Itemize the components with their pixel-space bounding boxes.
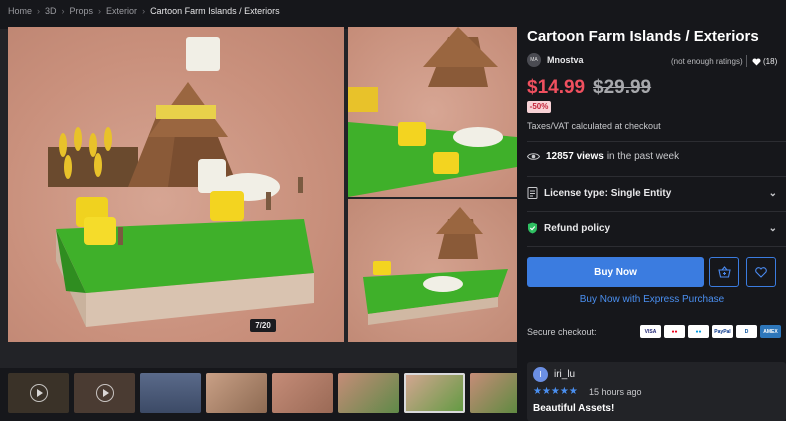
payment-card-icon: D bbox=[736, 325, 757, 338]
review-title: Beautiful Assets! bbox=[533, 403, 615, 414]
payment-card-icon: ●● bbox=[664, 325, 685, 338]
play-icon bbox=[95, 384, 114, 402]
farm-island-render bbox=[48, 37, 314, 327]
refund-label: Refund policy bbox=[544, 222, 611, 234]
breadcrumb-separator: › bbox=[98, 6, 102, 16]
divider bbox=[527, 246, 786, 247]
eye-icon bbox=[527, 153, 540, 160]
seller-avatar: MA bbox=[527, 53, 541, 67]
heart-icon bbox=[752, 57, 761, 65]
preview-image-bottom[interactable] bbox=[348, 199, 517, 342]
payment-card-icon: ●● bbox=[688, 325, 709, 338]
ratings-text: (not enough ratings) bbox=[671, 57, 743, 66]
license-selector[interactable]: License type: Single Entity ⌄ bbox=[527, 187, 777, 199]
thumbnail-3[interactable] bbox=[140, 373, 201, 413]
divider bbox=[527, 176, 786, 177]
breadcrumb-separator: › bbox=[142, 6, 146, 16]
add-to-cart-button[interactable] bbox=[709, 257, 739, 287]
preview-image-top[interactable] bbox=[348, 27, 517, 197]
views-stat: 12857 views in the past week bbox=[527, 151, 679, 162]
shield-check-icon bbox=[528, 222, 537, 234]
thumbnail-8[interactable] bbox=[470, 373, 517, 413]
thumbnail-video-1[interactable] bbox=[8, 373, 69, 413]
current-price: $14.99 bbox=[527, 77, 586, 98]
breadcrumb-separator: › bbox=[37, 6, 41, 16]
breadcrumb-props[interactable]: Props bbox=[70, 6, 94, 16]
wishlist-button[interactable] bbox=[746, 257, 776, 287]
payment-card-icon: VISA bbox=[640, 325, 661, 338]
discount-badge: -50% bbox=[527, 101, 551, 113]
gallery-counter: 7/20 bbox=[250, 319, 276, 332]
breadcrumb-home[interactable]: Home bbox=[8, 6, 32, 16]
basket-icon bbox=[717, 266, 731, 278]
farm-island-render-wide bbox=[363, 207, 508, 325]
thumbnail-6[interactable] bbox=[338, 373, 399, 413]
reviewer-name[interactable]: iri_lu bbox=[554, 369, 575, 380]
breadcrumb-separator: › bbox=[61, 6, 65, 16]
secure-checkout-label: Secure checkout: bbox=[527, 327, 597, 337]
license-label: License type: Single Entity bbox=[544, 187, 672, 199]
views-count: 12857 views bbox=[546, 151, 604, 162]
thumbnail-video-2[interactable] bbox=[74, 373, 135, 413]
play-icon bbox=[29, 384, 48, 402]
likes-label: (18) bbox=[763, 57, 778, 66]
heart-icon bbox=[755, 266, 767, 278]
express-purchase-link[interactable]: Buy Now with Express Purchase bbox=[527, 294, 777, 305]
original-price: $29.99 bbox=[593, 77, 652, 98]
document-icon bbox=[527, 187, 538, 199]
buy-now-button[interactable]: Buy Now bbox=[527, 257, 704, 287]
thumbnail-5[interactable] bbox=[272, 373, 333, 413]
breadcrumb-exterior[interactable]: Exterior bbox=[106, 6, 137, 16]
tax-note: Taxes/VAT calculated at checkout bbox=[527, 121, 661, 131]
star-rating: ★★★★★ bbox=[533, 386, 578, 397]
farm-island-render-alt bbox=[348, 27, 517, 197]
breadcrumb: Home › 3D › Props › Exterior › Cartoon F… bbox=[8, 4, 280, 18]
payment-card-icon: AMEX bbox=[760, 325, 781, 338]
main-product-image[interactable] bbox=[8, 27, 344, 342]
divider bbox=[527, 211, 786, 212]
views-suffix: in the past week bbox=[606, 151, 680, 162]
breadcrumb-3d[interactable]: 3D bbox=[45, 6, 57, 16]
chevron-down-icon: ⌄ bbox=[768, 222, 777, 234]
thumbnail-7[interactable] bbox=[404, 373, 465, 413]
product-title: Cartoon Farm Islands / Exteriors bbox=[527, 28, 759, 45]
review-time: 15 hours ago bbox=[589, 387, 642, 397]
divider bbox=[527, 141, 786, 142]
like-count[interactable]: (18) bbox=[752, 57, 777, 66]
seller-name[interactable]: Mnostva bbox=[547, 55, 584, 65]
payment-methods: VISA ●● ●● PayPal D AMEX bbox=[640, 325, 781, 338]
thumbnail-4[interactable] bbox=[206, 373, 267, 413]
thumbnail-strip bbox=[8, 373, 517, 413]
divider bbox=[746, 55, 747, 67]
refund-policy[interactable]: Refund policy ⌄ bbox=[527, 222, 777, 234]
payment-card-icon: PayPal bbox=[712, 325, 733, 338]
breadcrumb-current: Cartoon Farm Islands / Exteriors bbox=[150, 6, 280, 16]
seller[interactable]: MA Mnostva bbox=[527, 53, 584, 67]
chevron-down-icon: ⌄ bbox=[768, 187, 777, 199]
review-card: I iri_lu ★★★★★ 15 hours ago Beautiful As… bbox=[527, 362, 786, 421]
reviewer-avatar: I bbox=[533, 367, 548, 382]
